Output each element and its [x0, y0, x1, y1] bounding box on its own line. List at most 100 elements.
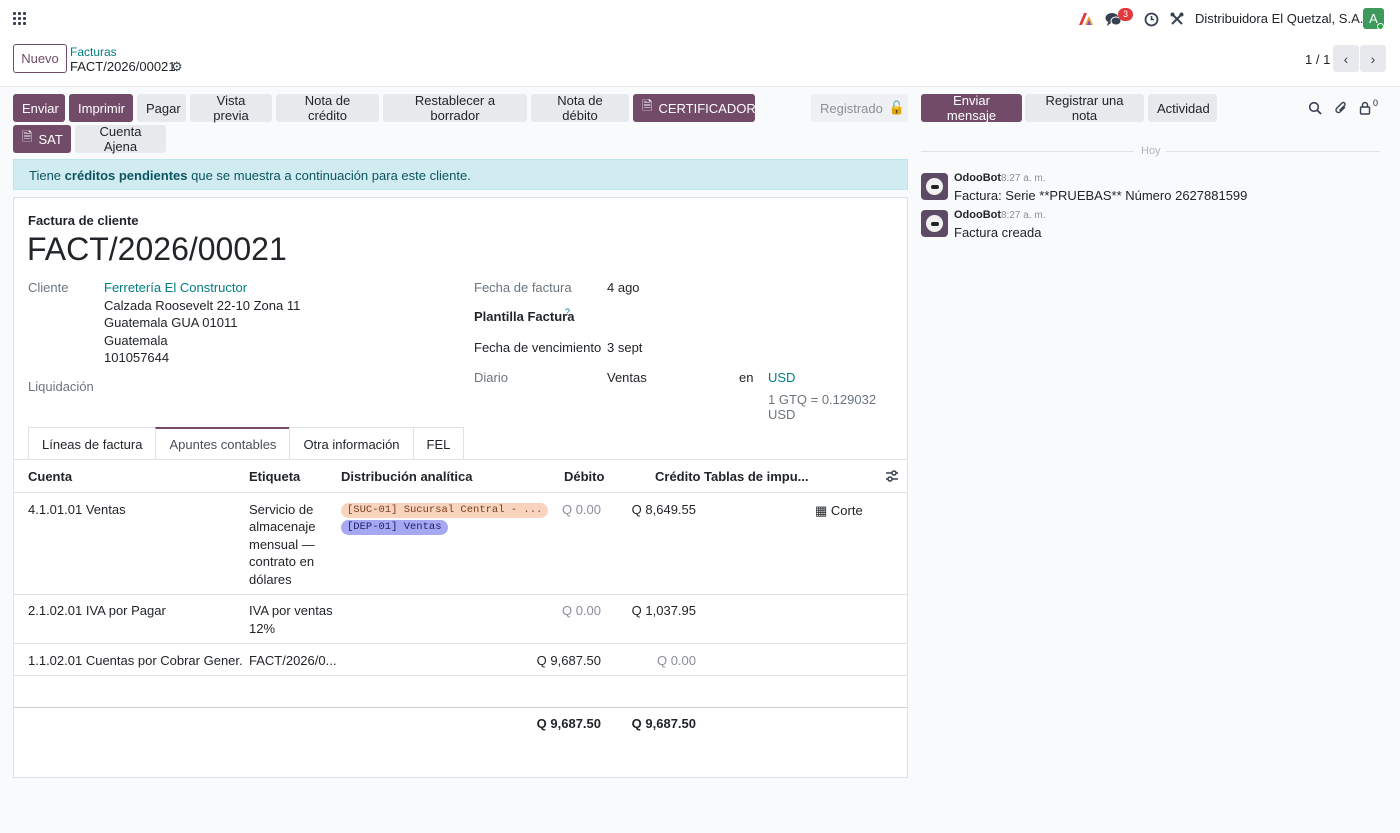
tab-fel[interactable]: FEL — [412, 427, 465, 460]
pager-previous-button[interactable]: ‹ — [1333, 45, 1359, 72]
total-debit: Q 9,687.50 — [536, 716, 601, 731]
column-debit[interactable]: Débito — [564, 469, 604, 484]
certifier-label: CERTIFICADOR — [658, 100, 756, 116]
alert-suffix: que se muestra a continuación para este … — [191, 168, 471, 183]
tab-divider — [14, 459, 907, 460]
currency-field[interactable]: USD — [768, 370, 795, 385]
totals-divider — [14, 707, 907, 708]
invoice-type-label: Factura de cliente — [28, 213, 139, 228]
send-button[interactable]: Enviar — [13, 94, 65, 122]
message-body: Factura creada — [954, 225, 1042, 240]
status-label: Registrado — [820, 100, 883, 116]
sat-button[interactable]: 🗎 SAT — [13, 125, 71, 153]
breadcrumb-invoices-link[interactable]: Facturas — [70, 45, 117, 59]
send-message-button[interactable]: Enviar mensaje — [921, 93, 1022, 123]
odoobot-avatar[interactable] — [921, 173, 948, 200]
unlock-icon: 🔓 — [888, 100, 906, 115]
row-debit: Q 0.00 — [561, 603, 601, 618]
followers-lock-icon[interactable] — [1359, 101, 1371, 118]
optional-columns-toggle-icon[interactable] — [885, 469, 899, 486]
customer-name-link[interactable]: Ferretería El Constructor — [104, 280, 247, 295]
preview-button[interactable]: Vista previa — [190, 93, 272, 123]
presence-status-dot — [1377, 23, 1384, 30]
company-switcher[interactable]: Distribuidora El Quetzal, S.A. — [1195, 11, 1363, 26]
column-analytic[interactable]: Distribución analítica — [341, 469, 472, 484]
customer-label: Cliente — [28, 280, 69, 295]
row-label-line: almacenaje — [249, 519, 316, 534]
reset-to-draft-button[interactable]: Restablecer a borrador — [383, 93, 527, 123]
column-credit[interactable]: Crédito — [655, 469, 701, 484]
invoice-date-field[interactable]: 4 ago — [607, 280, 640, 295]
analytic-tag-branch[interactable]: [SUC-01] Sucursal Central - ... — [341, 503, 549, 518]
liquidation-label: Liquidación — [28, 379, 94, 394]
currency-in-label: en — [739, 370, 754, 385]
cutoff-label: Corte — [830, 503, 863, 518]
due-date-label: Fecha de vencimiento — [474, 340, 602, 355]
row-label-line: contrato en — [249, 554, 315, 569]
row-debit: Q 9,687.50 — [536, 653, 601, 668]
tab-invoice-lines[interactable]: Líneas de factura — [28, 427, 157, 460]
breadcrumb-current-record: FACT/2026/00021 — [70, 59, 176, 74]
message-time: 8:27 a. m. — [1001, 210, 1046, 221]
pager-value[interactable]: 1 / 1 — [1305, 52, 1330, 67]
attachment-icon[interactable] — [1334, 101, 1348, 118]
activity-clock-icon[interactable] — [1144, 10, 1159, 28]
table-header-divider — [14, 492, 907, 493]
total-credit: Q 9,687.50 — [631, 716, 696, 731]
tab-journal-items[interactable]: Apuntes contables — [155, 427, 291, 460]
template-label: Plantilla Factura — [474, 309, 575, 324]
certifier-button[interactable]: 🗎 CERTIFICADOR — [633, 94, 756, 122]
pay-button[interactable]: Pagar — [137, 94, 186, 122]
message-author[interactable]: OdooBot — [954, 172, 1001, 184]
message-time: 8:27 a. m. — [1001, 173, 1046, 184]
print-button[interactable]: Imprimir — [69, 94, 133, 122]
cutoff-button[interactable]: ▦ Corte — [815, 502, 863, 520]
template-help-icon[interactable]: ? — [565, 307, 570, 317]
column-taxes[interactable]: Tablas de impu... — [704, 469, 809, 484]
tab-other-info[interactable]: Otra información — [289, 427, 414, 460]
invoice-date-label: Fecha de factura — [474, 280, 572, 295]
alert-pending-credits-link[interactable]: créditos pendientes — [65, 168, 188, 183]
message-author[interactable]: OdooBot — [954, 209, 1001, 221]
apps-menu-icon[interactable] — [13, 12, 26, 25]
column-label[interactable]: Etiqueta — [249, 469, 300, 484]
row-credit: Q 8,649.55 — [631, 502, 696, 517]
row-debit: Q 0.00 — [561, 502, 601, 517]
sat-label: SAT — [38, 131, 63, 147]
row-account: 4.1.01.01 Ventas — [28, 502, 126, 517]
alert-prefix: Tiene — [29, 168, 62, 183]
row-account: 1.1.02.01 Cuentas por Cobrar Gener... — [28, 653, 243, 668]
ai-assistant-icon[interactable] — [1078, 10, 1094, 28]
notebook-tabs: Líneas de factura Apuntes contables Otra… — [28, 427, 465, 460]
row-divider — [14, 643, 907, 644]
analytic-tag-department[interactable]: [DEP-01] Ventas — [341, 520, 448, 535]
odoobot-avatar[interactable] — [921, 210, 948, 237]
debug-tools-icon[interactable] — [1170, 10, 1184, 28]
status-registered: Registrado 🔓 — [811, 94, 908, 122]
log-note-button[interactable]: Registrar una nota — [1025, 93, 1144, 123]
pdf-file-icon: 🗎 — [642, 98, 653, 113]
today-divider-left — [921, 151, 1134, 152]
gear-icon[interactable]: ⚙ — [171, 59, 183, 75]
new-button[interactable]: Nuevo — [13, 44, 67, 73]
journal-field[interactable]: Ventas — [607, 370, 647, 385]
row-account: 2.1.02.01 IVA por Pagar — [28, 603, 166, 618]
pdf-file-icon: 🗎 — [22, 129, 33, 144]
row-label-line: FACT/2026/0... — [249, 653, 337, 668]
activity-button[interactable]: Actividad — [1148, 94, 1217, 122]
customer-address-line1: Calzada Roosevelt 22-10 Zona 11 — [104, 298, 301, 313]
today-divider-right — [1166, 151, 1380, 152]
exchange-rate-text: 1 GTQ = 0.129032 USD — [768, 392, 877, 422]
due-date-field[interactable]: 3 sept — [607, 340, 642, 355]
customer-tax-id: 101057644 — [104, 350, 170, 365]
column-account[interactable]: Cuenta — [28, 469, 72, 484]
search-icon[interactable] — [1308, 101, 1322, 118]
pending-credits-alert: Tiene créditos pendientes que se muestra… — [13, 159, 908, 190]
row-credit: Q 1,037.95 — [631, 603, 696, 618]
foreign-account-button[interactable]: Cuenta Ajena — [75, 124, 166, 154]
debit-note-button[interactable]: Nota de débito — [531, 93, 629, 123]
credit-note-button[interactable]: Nota de crédito — [276, 93, 379, 123]
row-label-line: 12% — [249, 621, 276, 636]
row-credit: Q 0.00 — [656, 653, 696, 668]
pager-next-button[interactable]: › — [1360, 45, 1386, 72]
